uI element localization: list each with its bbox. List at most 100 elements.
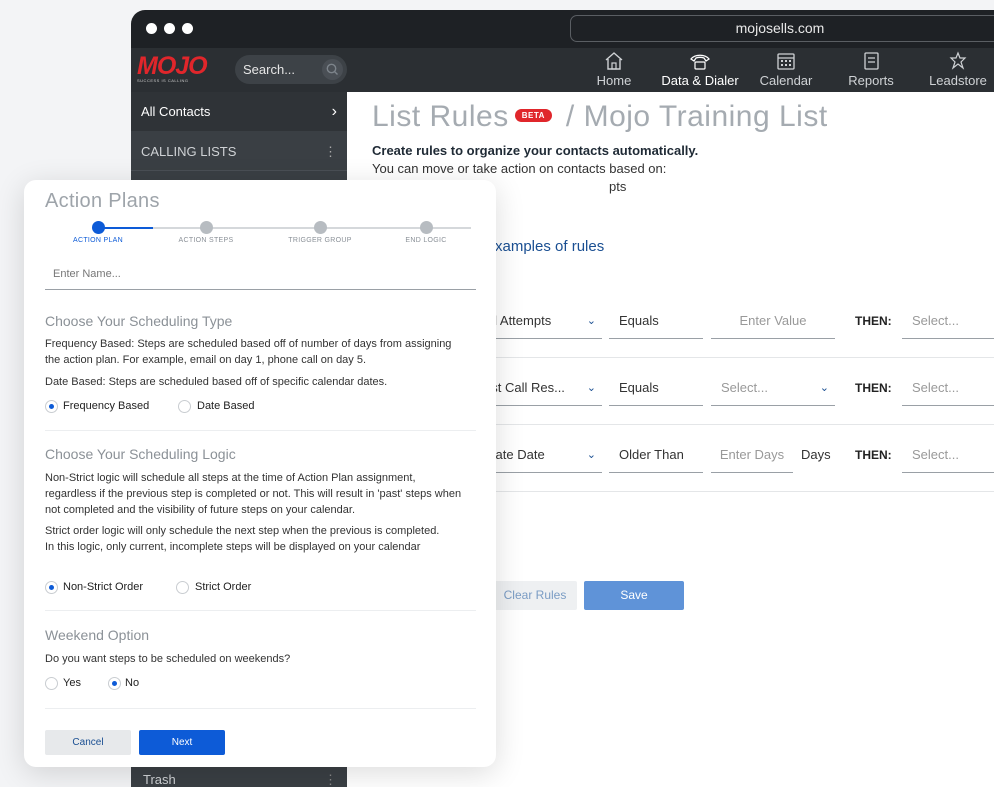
step-label: TRIGGER GROUP: [288, 237, 352, 244]
nav-label: Leadstore: [929, 73, 987, 88]
save-button[interactable]: Save: [584, 581, 684, 610]
nav-label: Reports: [848, 73, 894, 88]
scheduling-type-title: Choose Your Scheduling Type: [45, 313, 233, 329]
step-dot-action-steps[interactable]: [200, 221, 213, 234]
weekend-option-title: Weekend Option: [45, 627, 150, 643]
rule-action-select[interactable]: Select...: [902, 305, 994, 339]
rule-operator-select[interactable]: Equals: [609, 305, 703, 339]
sidebar-item-label: Trash: [143, 772, 176, 787]
step-dot-end-logic[interactable]: [420, 221, 433, 234]
radio-date-based[interactable]: Date Based: [178, 399, 298, 415]
kebab-menu-icon[interactable]: ⋮: [324, 770, 337, 787]
rules-description: Create rules to organize your contacts a…: [372, 143, 699, 158]
clear-rules-button[interactable]: Clear Rules: [493, 581, 577, 610]
window-dot-minimize[interactable]: [164, 23, 175, 34]
step-dot-trigger-group[interactable]: [314, 221, 327, 234]
radio-strict-order[interactable]: Strict Order: [176, 580, 296, 596]
nav-label: Data & Dialer: [661, 73, 739, 88]
radio-label: Non-Strict Order: [63, 581, 144, 593]
browser-titlebar: mojosells.com: [131, 10, 994, 48]
radio-button[interactable]: [45, 400, 58, 413]
rule-action-select[interactable]: Select...: [902, 439, 994, 473]
radio-button[interactable]: [108, 677, 121, 690]
chevron-right-icon: ›: [331, 103, 337, 120]
window-dot-maximize[interactable]: [182, 23, 193, 34]
rule-value-input[interactable]: Enter Value: [711, 305, 835, 339]
radio-non-strict-order[interactable]: Non-Strict Order: [45, 580, 175, 596]
rule-field-select[interactable]: all Attempts ⌄: [482, 305, 602, 339]
step-label: END LOGIC: [405, 237, 447, 244]
examples-of-rules-link[interactable]: xamples of rules: [495, 238, 604, 255]
list-name: / Mojo Training List: [565, 100, 828, 133]
rule-days-input[interactable]: Enter Days: [711, 439, 793, 473]
radio-weekend-no[interactable]: No: [108, 676, 158, 692]
radio-label: Date Based: [197, 400, 255, 412]
step-connector: [98, 227, 153, 229]
window-dot-close[interactable]: [146, 23, 157, 34]
nav-reports[interactable]: Reports: [841, 51, 901, 91]
sidebar-section-label: CALLING LISTS: [141, 144, 237, 159]
radio-label: No: [125, 677, 140, 689]
search-input[interactable]: Search...: [235, 55, 347, 84]
radio-frequency-based[interactable]: Frequency Based: [45, 399, 175, 415]
home-icon: [605, 52, 623, 70]
page-title: List Rules BETA / Mojo Training List: [372, 100, 828, 134]
leadstore-icon: [949, 51, 967, 70]
then-label: THEN:: [855, 314, 892, 328]
radio-button[interactable]: [45, 677, 58, 690]
rule-field-select[interactable]: reate Date ⌄: [482, 439, 602, 473]
radio-button[interactable]: [178, 400, 191, 413]
cancel-button[interactable]: Cancel: [45, 730, 131, 755]
date-description: Date Based: Steps are scheduled based of…: [45, 376, 388, 388]
address-bar[interactable]: mojosells.com: [570, 15, 994, 42]
stepper: ACTION PLAN ACTION STEPS TRIGGER GROUP E…: [45, 220, 477, 254]
kebab-menu-icon[interactable]: ⋮: [324, 132, 337, 171]
scheduling-logic-title: Choose Your Scheduling Logic: [45, 446, 236, 462]
strict-description: Strict order logic will only schedule th…: [45, 525, 440, 553]
rule-value-select[interactable]: Select... ⌄: [711, 372, 835, 406]
action-plans-modal: Action Plans ACTION PLAN ACTION STEPS TR…: [24, 180, 496, 767]
nav-home[interactable]: Home: [589, 51, 639, 91]
sidebar-item-all-contacts[interactable]: All Contacts ›: [131, 92, 347, 131]
chevron-down-icon: ⌄: [586, 449, 596, 461]
nav-leadstore[interactable]: Leadstore: [927, 51, 989, 91]
rule-operator-select[interactable]: Older Than: [609, 439, 703, 473]
step-dot-action-plan[interactable]: [92, 221, 105, 234]
chevron-down-icon: ⌄: [819, 382, 829, 394]
rule-operator-select[interactable]: Equals: [609, 372, 703, 406]
sidebar-item-label: All Contacts: [141, 104, 211, 119]
radio-weekend-yes[interactable]: Yes: [45, 676, 95, 692]
nav-data-dialer[interactable]: Data & Dialer: [657, 51, 743, 94]
sidebar-section-calling-lists[interactable]: CALLING LISTS ⋮: [131, 132, 347, 171]
next-button[interactable]: Next: [139, 730, 225, 755]
mojo-logo[interactable]: MOJO SUCCESS IS CALLING: [137, 52, 208, 86]
step-label: ACTION STEPS: [178, 237, 234, 244]
page-title-text: List Rules: [372, 100, 509, 133]
rules-description-secondary: You can move or take action on contacts …: [372, 161, 667, 176]
sidebar-item-trash[interactable]: Trash ⋮: [131, 770, 347, 787]
search-icon[interactable]: [322, 59, 343, 80]
rules-description-partial: pts: [609, 179, 627, 194]
chevron-down-icon: ⌄: [586, 382, 596, 394]
radio-button[interactable]: [176, 581, 189, 594]
rule-field-select[interactable]: ast Call Res... ⌄: [482, 372, 602, 406]
weekend-question: Do you want steps to be scheduled on wee…: [45, 653, 291, 665]
radio-label: Frequency Based: [63, 400, 150, 412]
radio-label: Yes: [63, 677, 81, 689]
then-label: THEN:: [855, 381, 892, 395]
logo-text: MOJO: [137, 52, 208, 80]
divider: [45, 430, 476, 431]
non-strict-description: Non-Strict logic will schedule all steps…: [45, 472, 462, 516]
plan-name-input[interactable]: Enter Name...: [45, 263, 476, 290]
rule-action-select[interactable]: Select...: [902, 372, 994, 406]
modal-title: Action Plans: [45, 190, 160, 212]
reports-icon: [864, 52, 879, 70]
nav-calendar[interactable]: Calendar: [755, 51, 817, 91]
app-header: MOJO SUCCESS IS CALLING Search... Home D…: [131, 48, 994, 94]
divider: [45, 610, 476, 611]
chevron-down-icon: ⌄: [586, 315, 596, 327]
nav-label: Home: [596, 73, 632, 88]
calendar-icon: [777, 53, 795, 70]
radio-button[interactable]: [45, 581, 58, 594]
days-unit-label: Days: [801, 447, 831, 462]
